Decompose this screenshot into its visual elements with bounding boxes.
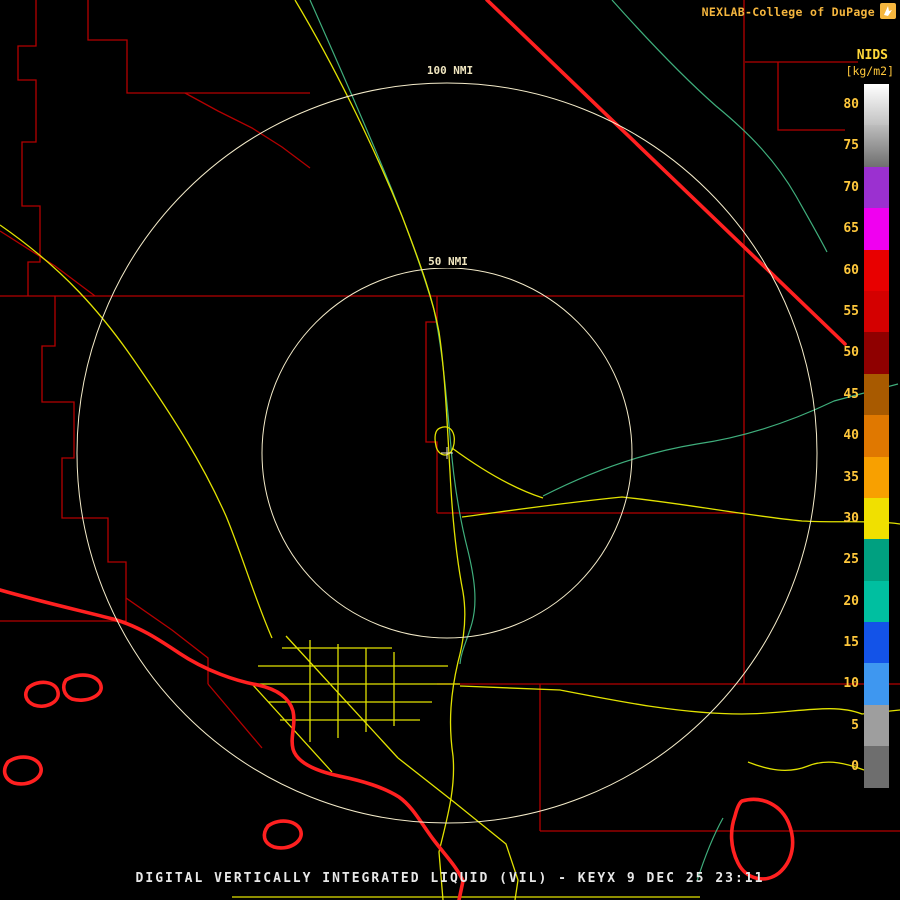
colorbar-level-label: 40 bbox=[828, 415, 864, 456]
colorbar-level: 30 bbox=[828, 498, 894, 539]
colorbar-level-swatch bbox=[864, 622, 889, 663]
colorbar-level: 20 bbox=[828, 581, 894, 622]
colorbar-level-swatch bbox=[864, 539, 889, 580]
island bbox=[26, 682, 58, 706]
county-lines bbox=[0, 0, 900, 831]
colorbar-level-label: 20 bbox=[828, 581, 864, 622]
colorbar-level: 5 bbox=[828, 705, 894, 746]
boundary-loop bbox=[732, 799, 793, 879]
colorbar-level-label: 25 bbox=[828, 539, 864, 580]
island bbox=[264, 821, 301, 848]
colorbar-level: 10 bbox=[828, 663, 894, 704]
range-ring-label-50nmi: 50 NMI bbox=[424, 255, 472, 268]
colorbar-level-label: 10 bbox=[828, 663, 864, 704]
colorbar-level-swatch bbox=[864, 415, 889, 456]
state-border-line bbox=[487, 0, 845, 344]
colorbar-level-label: 75 bbox=[828, 125, 864, 166]
colorbar-levels: 80757065605550454035302520151050 bbox=[828, 84, 894, 788]
colorbar-level: 55 bbox=[828, 291, 894, 332]
colorbar-level-swatch bbox=[864, 705, 889, 746]
colorbar-level: 70 bbox=[828, 167, 894, 208]
colorbar-level-label: 80 bbox=[828, 84, 864, 125]
colorbar-level-label: 55 bbox=[828, 291, 864, 332]
colorbar-level-swatch bbox=[864, 167, 889, 208]
colorbar-level: 60 bbox=[828, 250, 894, 291]
colorbar-level-swatch bbox=[864, 746, 889, 787]
colorbar-level-swatch bbox=[864, 291, 889, 332]
map-canvas bbox=[0, 0, 900, 900]
colorbar-level-label: 45 bbox=[828, 374, 864, 415]
colorbar-level: 15 bbox=[828, 622, 894, 663]
highway-lines bbox=[0, 0, 900, 900]
colorbar-level-swatch bbox=[864, 663, 889, 704]
colorbar-level-swatch bbox=[864, 332, 889, 373]
colorbar-level-swatch bbox=[864, 250, 889, 291]
colorbar-level: 50 bbox=[828, 332, 894, 373]
colorbar-level-swatch bbox=[864, 125, 889, 166]
colorbar-level: 25 bbox=[828, 539, 894, 580]
colorbar-level-swatch bbox=[864, 581, 889, 622]
colorbar-level: 45 bbox=[828, 374, 894, 415]
island bbox=[5, 757, 42, 784]
colorbar-level-label: 50 bbox=[828, 332, 864, 373]
river-lines bbox=[310, 0, 898, 881]
radar-display: NEXLAB-College of DuPage NIDS [kg/m2] 80… bbox=[0, 0, 900, 900]
colorbar-level-swatch bbox=[864, 498, 889, 539]
colorbar-level-label: 65 bbox=[828, 208, 864, 249]
colorbar-level-swatch bbox=[864, 84, 889, 125]
credit-label: NEXLAB-College of DuPage bbox=[702, 5, 875, 19]
colorbar-level-label: 15 bbox=[828, 622, 864, 663]
island bbox=[64, 675, 101, 700]
colorbar-level-label: 70 bbox=[828, 167, 864, 208]
coastline bbox=[0, 590, 463, 900]
colorbar-level-label: 0 bbox=[828, 746, 864, 787]
colorbar-level-label: 30 bbox=[828, 498, 864, 539]
colorbar-level: 0 bbox=[828, 746, 894, 787]
colorbar-level-swatch bbox=[864, 208, 889, 249]
product-title: DIGITAL VERTICALLY INTEGRATED LIQUID (VI… bbox=[0, 871, 900, 886]
colorbar-level: 35 bbox=[828, 457, 894, 498]
colorbar-level: 40 bbox=[828, 415, 894, 456]
colorbar-level-label: 60 bbox=[828, 250, 864, 291]
colorbar-level-label: 5 bbox=[828, 705, 864, 746]
colorbar-level-swatch bbox=[864, 374, 889, 415]
colorbar-level: 75 bbox=[828, 125, 894, 166]
colorbar-units: [kg/m2] bbox=[828, 64, 894, 78]
colorbar-level: 80 bbox=[828, 84, 894, 125]
colorbar-level-label: 35 bbox=[828, 457, 864, 498]
state-border-coastline bbox=[0, 0, 845, 900]
cod-logo-icon bbox=[879, 2, 897, 20]
colorbar-title: NIDS bbox=[828, 48, 894, 63]
colorbar-level-swatch bbox=[864, 457, 889, 498]
range-ring-label-100nmi: 100 NMI bbox=[423, 64, 477, 77]
colorbar: NIDS [kg/m2] 807570656055504540353025201… bbox=[828, 48, 894, 788]
colorbar-level: 65 bbox=[828, 208, 894, 249]
